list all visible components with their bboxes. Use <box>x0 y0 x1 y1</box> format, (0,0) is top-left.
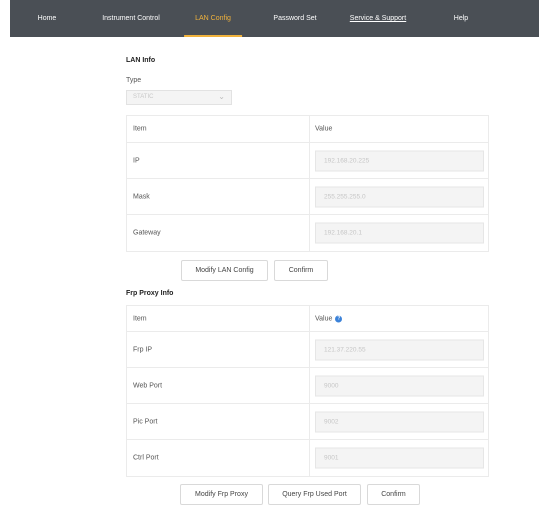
gateway-label: Gateway <box>133 229 161 237</box>
ctrl-port-label: Ctrl Port <box>133 454 159 462</box>
table-header-row: Item Value <box>127 116 488 142</box>
column-header-item: Item <box>133 315 147 322</box>
frp-ip-field-value: 121.37.220.55 <box>324 346 366 353</box>
column-header-value-label: Value <box>315 315 333 322</box>
type-select[interactable]: STATIC ⌄ <box>126 90 232 105</box>
ip-label: IP <box>133 157 140 164</box>
top-nav-bar: Home Instrument Control LAN Config Passw… <box>10 0 539 37</box>
table-row: Ctrl Port 9001 <box>127 439 488 476</box>
frp-ip-field[interactable]: 121.37.220.55 <box>315 339 484 360</box>
table-row: Gateway 192.168.20.1 <box>127 214 488 251</box>
gateway-field[interactable]: 192.168.20.1 <box>315 222 484 244</box>
pic-port-label: Pic Port <box>133 418 158 425</box>
ip-field[interactable]: 192.168.20.225 <box>315 150 484 171</box>
nav-service-support[interactable]: Service & Support <box>350 0 406 37</box>
type-select-value: STATIC <box>133 94 154 100</box>
nav-password-set[interactable]: Password Set <box>273 0 316 37</box>
modify-frp-proxy-button[interactable]: Modify Frp Proxy <box>180 484 263 505</box>
column-header-value: Value ? <box>315 315 343 322</box>
nav-home[interactable]: Home <box>38 0 57 37</box>
nav-password-set-label: Password Set <box>273 15 317 22</box>
lan-info-table: Item Value IP 192.168.20.225 Mask 255.25… <box>126 115 489 252</box>
nav-lan-config-label: LAN Config <box>195 15 231 22</box>
nav-instrument-control[interactable]: Instrument Control <box>102 0 160 37</box>
column-header-value: Value <box>315 126 332 133</box>
nav-home-label: Home <box>37 15 57 22</box>
mask-field-value: 255.255.255.0 <box>324 193 366 200</box>
table-header-row: Item Value ? <box>127 306 488 331</box>
type-label: Type <box>126 77 142 84</box>
nav-lan-config[interactable]: LAN Config <box>184 0 242 37</box>
confirm-frp-button[interactable]: Confirm <box>367 484 420 505</box>
ip-field-value: 192.168.20.225 <box>324 157 370 164</box>
nav-instrument-control-label: Instrument Control <box>102 15 160 22</box>
table-row: Mask 255.255.255.0 <box>127 178 488 214</box>
mask-field[interactable]: 255.255.255.0 <box>315 186 484 207</box>
web-port-field-value: 9000 <box>324 382 339 389</box>
modify-lan-config-button[interactable]: Modify LAN Config <box>181 260 268 281</box>
pic-port-field-value: 9002 <box>324 418 339 425</box>
table-row: Pic Port 9002 <box>127 403 488 439</box>
info-icon[interactable]: ? <box>335 315 343 322</box>
column-header-item: Item <box>133 125 147 133</box>
table-row: Frp IP 121.37.220.55 <box>127 331 488 367</box>
table-row: IP 192.168.20.225 <box>127 142 488 178</box>
nav-help-label: Help <box>453 15 469 22</box>
ctrl-port-field[interactable]: 9001 <box>315 447 484 469</box>
web-port-label: Web Port <box>133 382 163 389</box>
nav-service-support-label: Service & Support <box>349 15 407 22</box>
query-frp-used-port-button[interactable]: Query Frp Used Port <box>268 484 361 505</box>
web-port-field[interactable]: 9000 <box>315 375 484 396</box>
pic-port-field[interactable]: 9002 <box>315 411 484 432</box>
gateway-field-value: 192.168.20.1 <box>324 229 362 237</box>
lan-info-title: LAN Info <box>126 57 156 64</box>
table-row: Web Port 9000 <box>127 367 488 403</box>
frp-proxy-info-title: Frp Proxy Info <box>126 290 174 297</box>
frp-ip-label: Frp IP <box>133 346 153 353</box>
nav-help[interactable]: Help <box>454 0 468 37</box>
ctrl-port-field-value: 9001 <box>324 454 339 462</box>
confirm-lan-button[interactable]: Confirm <box>274 260 328 281</box>
frp-proxy-table: Item Value ? Frp IP 121.37.220.55 Web Po… <box>126 305 489 477</box>
mask-label: Mask <box>133 193 150 200</box>
column-header-value-label: Value <box>315 125 333 133</box>
chevron-down-icon: ⌄ <box>218 92 225 101</box>
